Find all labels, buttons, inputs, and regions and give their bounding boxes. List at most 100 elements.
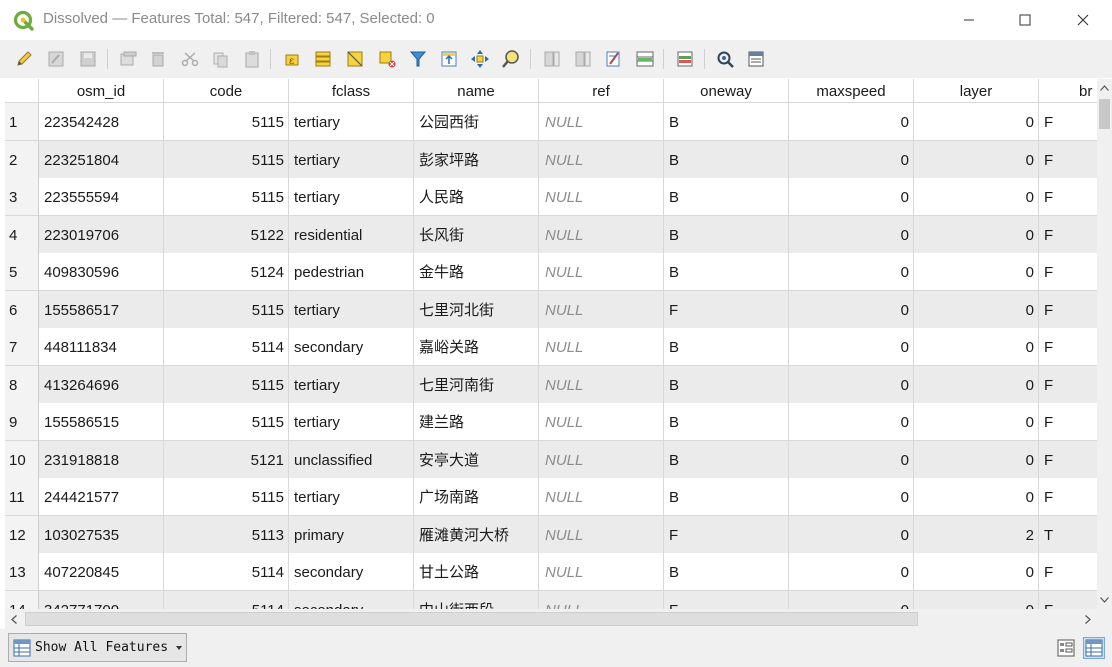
column-header-osm-id[interactable]: osm_id bbox=[39, 79, 164, 103]
dock-button[interactable] bbox=[673, 47, 697, 71]
column-header-oneway[interactable]: oneway bbox=[664, 79, 789, 103]
column-header-layer[interactable]: layer bbox=[914, 79, 1039, 103]
cell-code[interactable]: 5114 bbox=[164, 553, 289, 591]
row-number[interactable]: 10 bbox=[5, 440, 39, 479]
cell-code[interactable]: 5115 bbox=[164, 365, 289, 404]
cell-bridge[interactable]: F bbox=[1039, 591, 1097, 610]
cell-code[interactable]: 5115 bbox=[164, 290, 289, 329]
cell-oneway[interactable]: B bbox=[664, 328, 789, 366]
cell-fclass[interactable]: secondary bbox=[289, 553, 414, 591]
row-number[interactable]: 7 bbox=[5, 328, 39, 366]
row-number[interactable]: 14 bbox=[5, 590, 39, 609]
column-header-name[interactable]: name bbox=[414, 79, 539, 103]
horizontal-scrollbar[interactable] bbox=[5, 609, 1097, 629]
feature-filter-dropdown[interactable]: Show All Features bbox=[8, 633, 187, 662]
cell-bridge[interactable]: F bbox=[1039, 291, 1097, 329]
cell-fclass[interactable]: tertiary bbox=[289, 178, 414, 216]
cell-name[interactable]: 安亭大道 bbox=[414, 440, 539, 479]
row-number[interactable]: 12 bbox=[5, 515, 39, 554]
cell-maxspeed[interactable]: 0 bbox=[789, 103, 914, 141]
row-number[interactable]: 5 bbox=[5, 253, 39, 291]
cell-ref[interactable]: NULL bbox=[539, 253, 664, 291]
table-row[interactable]: 2 223251804 5115 tertiary 彭家坪路 NULL B 0 0 F bbox=[5, 140, 1097, 179]
corner-header[interactable] bbox=[5, 79, 39, 103]
cell-oneway[interactable]: B bbox=[664, 103, 789, 141]
cell-maxspeed[interactable]: 0 bbox=[789, 328, 914, 366]
cell-osm-id[interactable]: 231918818 bbox=[39, 440, 164, 479]
cell-layer[interactable]: 0 bbox=[914, 440, 1039, 479]
form-view-button[interactable] bbox=[1055, 637, 1077, 659]
cell-oneway[interactable]: F bbox=[664, 590, 789, 609]
cell-code[interactable]: 5115 bbox=[164, 140, 289, 179]
cell-name[interactable]: 长风街 bbox=[414, 215, 539, 254]
table-row[interactable]: 143427717005114secondary中山街西段NULLF00F bbox=[5, 590, 1097, 610]
cell-osm-id[interactable]: 223251804 bbox=[39, 140, 164, 179]
cell-fclass[interactable]: secondary bbox=[289, 590, 414, 609]
table-row[interactable]: 1 223542428 5115 tertiary 公园西街 NULL B 0 0 F bbox=[5, 103, 1097, 141]
cell-osm-id[interactable]: 413264696 bbox=[39, 365, 164, 404]
move-selection-top-button[interactable] bbox=[437, 47, 461, 71]
scroll-down-button[interactable] bbox=[1097, 591, 1112, 609]
cell-fclass[interactable]: primary bbox=[289, 515, 414, 554]
deselect-all-button[interactable] bbox=[375, 47, 399, 71]
invert-selection-button[interactable] bbox=[343, 47, 367, 71]
column-header-fclass[interactable]: fclass bbox=[289, 79, 414, 103]
column-header-bridge[interactable]: br bbox=[1039, 79, 1097, 103]
cell-bridge[interactable]: F bbox=[1039, 478, 1097, 516]
cell-name[interactable]: 雁滩黄河大桥 bbox=[414, 515, 539, 554]
column-header-maxspeed[interactable]: maxspeed bbox=[789, 79, 914, 103]
cell-maxspeed[interactable]: 0 bbox=[789, 290, 914, 329]
cell-osm-id[interactable]: 407220845 bbox=[39, 553, 164, 591]
select-all-button[interactable] bbox=[311, 47, 335, 71]
cell-osm-id[interactable]: 223542428 bbox=[39, 103, 164, 141]
cell-name[interactable]: 金牛路 bbox=[414, 253, 539, 291]
table-view-button[interactable] bbox=[1083, 637, 1105, 659]
cell-layer[interactable]: 0 bbox=[914, 590, 1039, 609]
cell-oneway[interactable]: B bbox=[664, 365, 789, 404]
cell-layer[interactable]: 0 bbox=[914, 290, 1039, 329]
cell-ref[interactable]: NULL bbox=[539, 478, 664, 516]
cell-ref[interactable]: NULL bbox=[539, 515, 664, 554]
cell-layer[interactable]: 0 bbox=[914, 215, 1039, 254]
scroll-up-button[interactable] bbox=[1097, 79, 1112, 97]
cell-oneway[interactable]: B bbox=[664, 140, 789, 179]
cell-oneway[interactable]: B bbox=[664, 215, 789, 254]
cell-fclass[interactable]: tertiary bbox=[289, 365, 414, 404]
row-number[interactable]: 9 bbox=[5, 403, 39, 441]
cell-maxspeed[interactable]: 0 bbox=[789, 590, 914, 609]
save-edits-button[interactable] bbox=[76, 47, 100, 71]
cell-maxspeed[interactable]: 0 bbox=[789, 440, 914, 479]
cell-name[interactable]: 七里河南街 bbox=[414, 365, 539, 404]
cell-fclass[interactable]: tertiary bbox=[289, 478, 414, 516]
cell-ref[interactable]: NULL bbox=[539, 178, 664, 216]
cell-fclass[interactable]: tertiary bbox=[289, 140, 414, 179]
cell-layer[interactable]: 0 bbox=[914, 103, 1039, 141]
cell-oneway[interactable]: B bbox=[664, 253, 789, 291]
cell-oneway[interactable]: F bbox=[664, 290, 789, 329]
row-number[interactable]: 6 bbox=[5, 290, 39, 329]
cell-code[interactable]: 5122 bbox=[164, 215, 289, 254]
cell-name[interactable]: 建兰路 bbox=[414, 403, 539, 441]
table-row[interactable]: 8 413264696 5115 tertiary 七里河南街 NULL B 0 0 F bbox=[5, 365, 1097, 404]
row-number[interactable]: 8 bbox=[5, 365, 39, 404]
row-number[interactable]: 4 bbox=[5, 215, 39, 254]
row-number[interactable]: 13 bbox=[5, 553, 39, 591]
row-number[interactable]: 1 bbox=[5, 103, 39, 141]
close-button[interactable] bbox=[1058, 0, 1108, 40]
cell-oneway[interactable]: B bbox=[664, 440, 789, 479]
cell-ref[interactable]: NULL bbox=[539, 140, 664, 179]
cell-code[interactable]: 5115 bbox=[164, 103, 289, 141]
cell-oneway[interactable]: B bbox=[664, 403, 789, 441]
cell-maxspeed[interactable]: 0 bbox=[789, 140, 914, 179]
cell-layer[interactable]: 0 bbox=[914, 328, 1039, 366]
cell-ref[interactable]: NULL bbox=[539, 590, 664, 609]
expression-select-button[interactable]: ε bbox=[281, 47, 305, 71]
table-row[interactable]: 6 155586517 5115 tertiary 七里河北街 NULL F 0 0 F bbox=[5, 290, 1097, 329]
reload-button[interactable] bbox=[116, 47, 140, 71]
cell-osm-id[interactable]: 409830596 bbox=[39, 253, 164, 291]
vertical-scrollbar[interactable] bbox=[1097, 79, 1112, 609]
minimize-button[interactable] bbox=[944, 0, 994, 40]
table-row[interactable]: 9 155586515 5115 tertiary 建兰路 NULL B 0 0 F bbox=[5, 403, 1097, 441]
cell-ref[interactable]: NULL bbox=[539, 103, 664, 141]
cell-name[interactable]: 嘉峪关路 bbox=[414, 328, 539, 366]
